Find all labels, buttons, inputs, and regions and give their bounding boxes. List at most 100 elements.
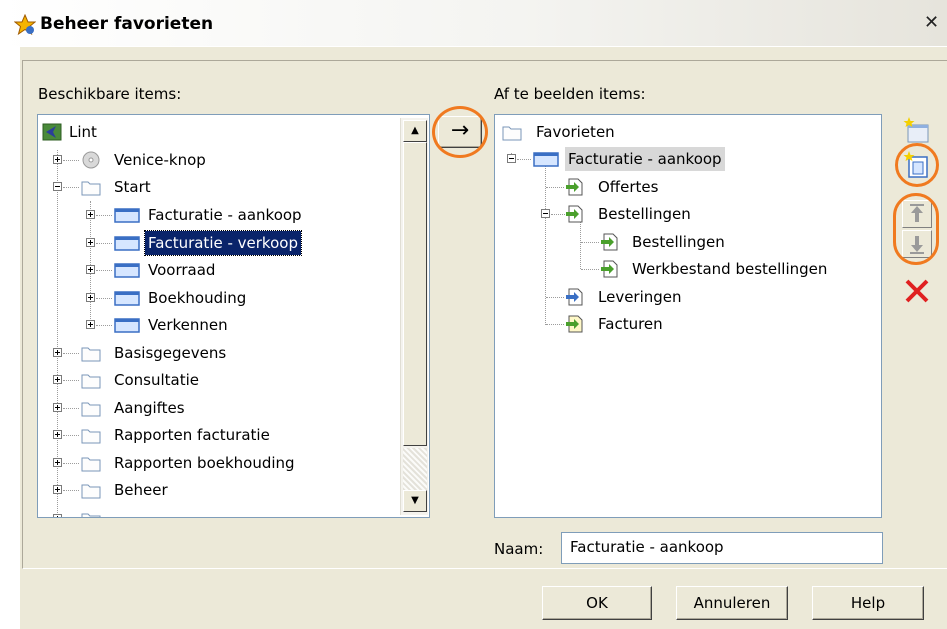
new-item-button[interactable] (902, 150, 932, 180)
arrow-right-icon: → (450, 118, 470, 143)
tree-item-label: Bestellingen (632, 233, 725, 251)
move-down-button[interactable] (902, 230, 932, 258)
tree-item-label: Rapporten facturatie (114, 426, 270, 444)
available-items-scrollbar[interactable]: ▲ ▼ (400, 118, 428, 515)
tree-item-partial[interactable] (38, 507, 398, 517)
tree-item-aangiftes[interactable]: Aangiftes (38, 396, 398, 420)
window-icon (533, 152, 559, 167)
ok-button[interactable]: OK (542, 586, 652, 620)
tree-item-favorieten[interactable]: Favorieten (495, 120, 875, 144)
add-to-favorites-button[interactable]: → (438, 116, 482, 148)
collapse-icon[interactable] (507, 154, 516, 163)
scroll-track[interactable] (403, 448, 427, 490)
tree-item-label: Aangiftes (114, 399, 185, 417)
expand-icon[interactable] (53, 514, 62, 517)
help-button[interactable]: Help (812, 586, 924, 620)
folder-icon (81, 429, 101, 444)
tree-item-label: Lint (69, 123, 97, 141)
expand-icon[interactable] (53, 403, 62, 412)
expand-icon[interactable] (86, 238, 95, 247)
scroll-thumb[interactable] (403, 142, 427, 446)
ribbon-icon (42, 123, 62, 141)
document-icon (566, 315, 583, 333)
tree-item-voorraad[interactable]: Voorraad (38, 258, 398, 282)
tree-line (551, 214, 565, 216)
move-up-button[interactable] (902, 200, 932, 228)
triangle-up-icon: ▲ (411, 125, 419, 136)
tree-item-offertes[interactable]: Offertes (495, 175, 875, 199)
tree-item-bestellingen[interactable]: Bestellingen (495, 202, 875, 226)
delete-button[interactable] (902, 276, 932, 306)
document-icon (566, 205, 583, 223)
available-items-tree[interactable]: Lint Venice-knop Start Facturatie - aank… (37, 114, 430, 518)
tree-line (546, 297, 564, 299)
tree-line (546, 187, 564, 189)
document-icon (566, 178, 583, 196)
collapse-icon[interactable] (541, 209, 550, 218)
expand-icon[interactable] (53, 348, 62, 357)
expand-icon[interactable] (86, 320, 95, 329)
tree-item-facturatie-verkoop[interactable]: Facturatie - verkoop (38, 230, 398, 256)
tree-item-label: Boekhouding (148, 289, 247, 307)
tree-item-venice-knop[interactable]: Venice-knop (38, 148, 398, 172)
tree-item-rapporten-facturatie[interactable]: Rapporten facturatie (38, 423, 398, 447)
tree-item-start[interactable]: Start (38, 175, 398, 199)
tree-item-label: Werkbestand bestellingen (632, 260, 828, 278)
tree-line (63, 408, 79, 410)
tree-line (63, 160, 79, 162)
tree-line (581, 242, 599, 244)
folder-icon (81, 513, 101, 517)
tree-line (96, 243, 112, 245)
tree-item-facturatie-aankoop[interactable]: Facturatie - aankoop (495, 147, 875, 171)
expand-icon[interactable] (53, 485, 62, 494)
display-items-tree[interactable]: Favorieten Facturatie - aankoop Offertes… (494, 114, 882, 518)
folder-icon (81, 374, 101, 389)
window-icon (114, 208, 140, 223)
tree-item-bestellingen-child[interactable]: Bestellingen (495, 230, 875, 254)
tree-item-werkbestand-bestellingen[interactable]: Werkbestand bestellingen (495, 257, 875, 281)
expand-icon[interactable] (86, 293, 95, 302)
triangle-down-icon: ▼ (411, 495, 419, 506)
star-icon (14, 14, 36, 36)
tree-item-facturen[interactable]: Facturen (495, 312, 875, 336)
tree-item-label: Facturatie - verkoop (144, 230, 302, 256)
tree-item-label: Facturen (598, 315, 663, 333)
folder-icon (81, 181, 101, 196)
name-input[interactable]: Facturatie - aankoop (561, 532, 883, 564)
tree-item-label: Venice-knop (114, 151, 206, 169)
tree-item-beheer[interactable]: Beheer (38, 478, 398, 502)
document-icon (601, 260, 618, 278)
expand-icon[interactable] (53, 458, 62, 467)
cancel-button[interactable]: Annuleren (676, 586, 788, 620)
scroll-down-button[interactable]: ▼ (403, 490, 427, 512)
title-bar: Beheer favorieten ✕ (0, 0, 947, 46)
folder-icon (81, 457, 101, 472)
expand-icon[interactable] (86, 265, 95, 274)
move-down-icon (910, 236, 924, 254)
scroll-up-button[interactable]: ▲ (403, 120, 427, 142)
available-items-label: Beschikbare items: (38, 85, 182, 103)
delete-icon (905, 279, 929, 303)
tree-item-lint[interactable]: Lint (38, 120, 398, 144)
expand-icon[interactable] (53, 375, 62, 384)
tree-item-rapporten-boekhouding[interactable]: Rapporten boekhouding (38, 451, 398, 475)
tree-item-consultatie[interactable]: Consultatie (38, 368, 398, 392)
tree-item-label: Basisgegevens (114, 344, 227, 362)
expand-icon[interactable] (86, 210, 95, 219)
tree-item-verkennen[interactable]: Verkennen (38, 313, 398, 337)
expand-icon[interactable] (53, 430, 62, 439)
close-button[interactable]: ✕ (924, 12, 946, 36)
tree-line (546, 324, 564, 326)
new-folder-button[interactable] (902, 116, 932, 146)
tree-item-boekhouding[interactable]: Boekhouding (38, 286, 398, 310)
document-icon (601, 233, 618, 251)
tree-line (63, 435, 79, 437)
expand-icon[interactable] (53, 155, 62, 164)
tree-item-label: Rapporten boekhouding (114, 454, 295, 472)
tree-item-label: Voorraad (148, 261, 216, 279)
tree-item-leveringen[interactable]: Leveringen (495, 285, 875, 309)
collapse-icon[interactable] (53, 182, 62, 191)
tree-item-facturatie-aankoop[interactable]: Facturatie - aankoop (38, 203, 398, 227)
tree-item-label: Facturatie - aankoop (565, 147, 725, 171)
tree-item-basisgegevens[interactable]: Basisgegevens (38, 341, 398, 365)
